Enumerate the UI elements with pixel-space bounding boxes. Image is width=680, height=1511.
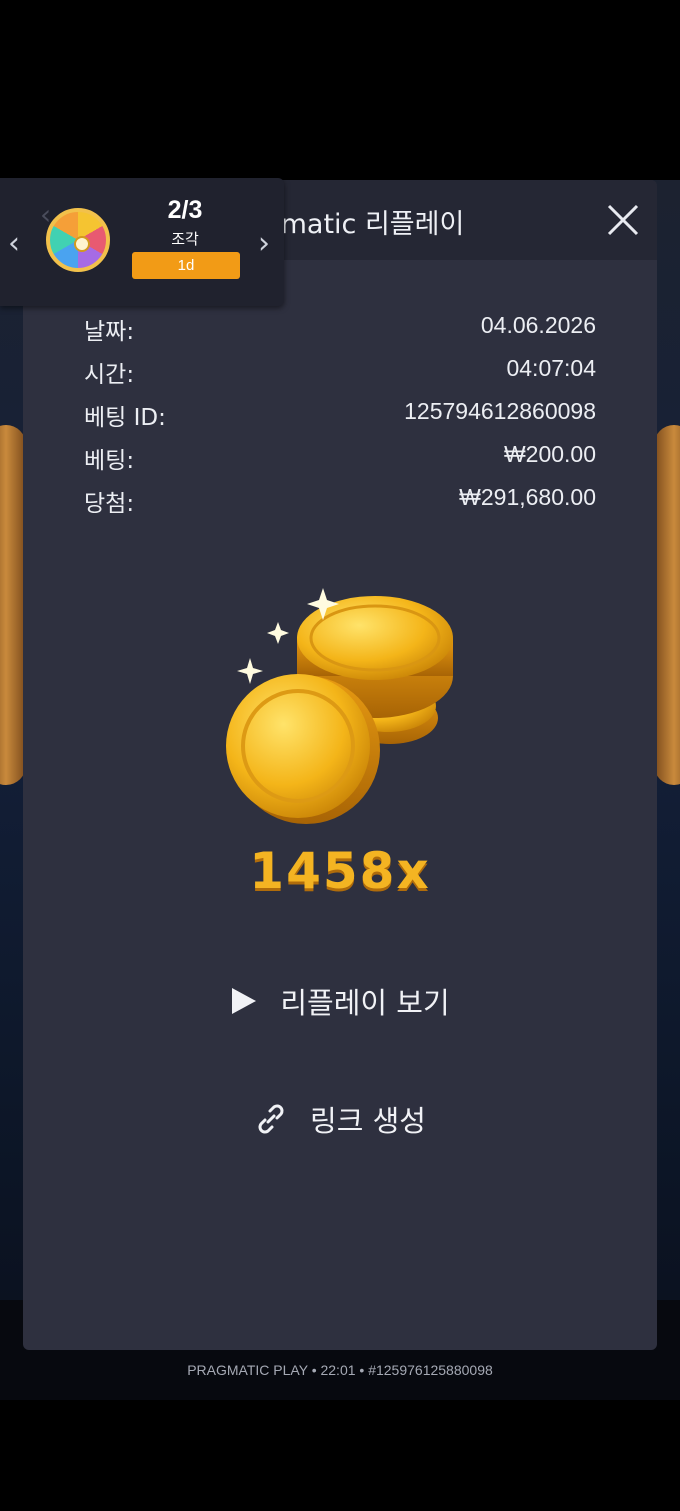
time-value: 04:07:04 <box>506 355 596 381</box>
footer-meta: PRAGMATIC PLAY • 22:01 • #12597612588009… <box>187 1362 493 1378</box>
win-label: 당첨: <box>84 491 135 517</box>
game-frame-right <box>654 425 680 785</box>
close-button[interactable] <box>603 200 643 240</box>
bet-id-value: 125794612860098 <box>404 398 596 424</box>
play-icon <box>232 988 257 1014</box>
widget-prev-button[interactable]: ‹ <box>8 226 20 261</box>
win-multiplier: 1458x <box>249 842 431 900</box>
time-left-badge: 1d <box>132 252 240 279</box>
bet-value: ₩200.00 <box>503 441 596 467</box>
create-link-label: 링크 생성 <box>310 1104 426 1138</box>
gold-coins-icon <box>226 588 453 824</box>
time-label: 시간: <box>84 362 135 388</box>
detail-row-bet-id: 베팅 ID: 125794612860098 <box>84 398 596 431</box>
pieces-label: 조각 <box>171 230 199 248</box>
detail-row-bet: 베팅: ₩200.00 <box>84 441 596 474</box>
widget-next-button[interactable]: › <box>258 226 270 261</box>
pieces-count: 2/3 <box>167 196 203 224</box>
date-label: 날짜: <box>84 319 135 345</box>
link-icon <box>258 1104 284 1134</box>
prize-wheel-icon[interactable] <box>46 208 110 272</box>
watch-replay-button[interactable]: 리플레이 보기 <box>0 976 680 1026</box>
watch-replay-label: 리플레이 보기 <box>280 986 450 1020</box>
wheel-hub <box>74 236 90 252</box>
detail-row-time: 시간: 04:07:04 <box>84 355 596 388</box>
win-value: ₩291,680.00 <box>459 484 596 510</box>
detail-row-date: 날짜: 04.06.2026 <box>84 312 596 345</box>
create-link-button[interactable]: 링크 생성 <box>0 1094 680 1144</box>
close-icon <box>607 204 639 236</box>
bet-label: 베팅: <box>84 448 135 474</box>
date-value: 04.06.2026 <box>480 312 596 338</box>
detail-row-win: 당첨: ₩291,680.00 <box>84 484 596 517</box>
bet-id-label: 베팅 ID: <box>84 405 166 431</box>
